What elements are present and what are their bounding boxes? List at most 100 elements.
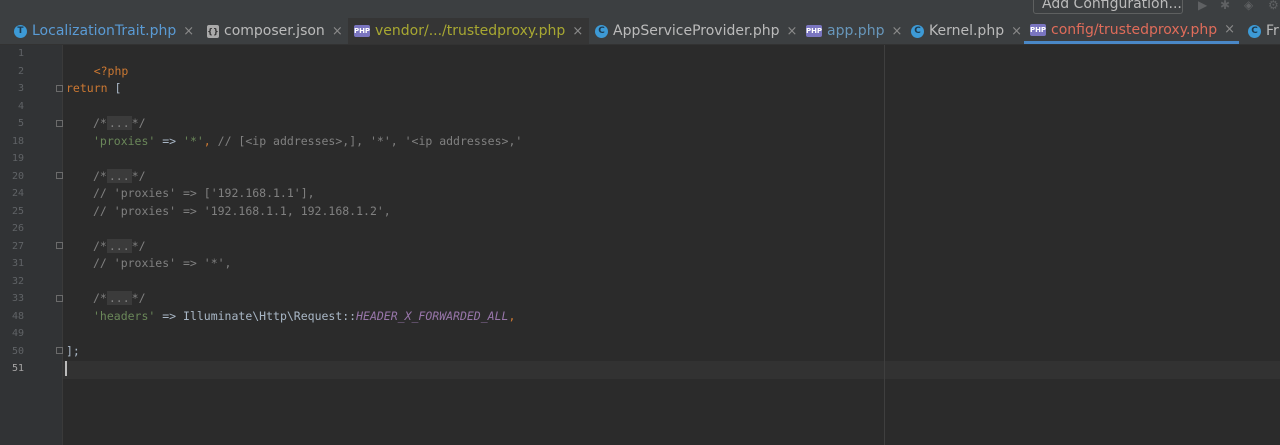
- current-line-highlight: [0, 361, 1280, 379]
- editor-tab-bar: T LocalizationTrait.php × {} composer.js…: [0, 18, 1280, 45]
- code-text: ,: [203, 133, 211, 148]
- debug-icon[interactable]: ✱: [1220, 0, 1230, 12]
- close-icon[interactable]: ×: [1224, 22, 1235, 37]
- fold-marker-icon[interactable]: [56, 85, 63, 92]
- tab-vendor-trustedproxy[interactable]: PHP vendor/.../trustedproxy.php ×: [348, 18, 590, 44]
- close-icon[interactable]: ×: [572, 24, 583, 39]
- tab-label: LocalizationTrait.php: [32, 23, 177, 39]
- code-line: /*... */: [93, 115, 146, 133]
- line-number: 49: [11, 328, 24, 339]
- tab-app-service-provider[interactable]: C AppServiceProvider.php ×: [595, 18, 797, 44]
- json-file-icon: {}: [207, 24, 219, 38]
- close-icon[interactable]: ×: [891, 24, 902, 39]
- php-open-tag: <?php: [93, 63, 129, 78]
- code-line: ];: [66, 343, 80, 361]
- class-icon: C: [595, 24, 608, 38]
- close-icon[interactable]: ×: [1011, 24, 1022, 39]
- code-text: ,: [508, 308, 516, 323]
- tab-kernel[interactable]: C Kernel.php ×: [911, 18, 1022, 44]
- code-line: // 'proxies' => '192.168.1.1, 192.168.1.…: [93, 203, 391, 221]
- line-number: 48: [11, 310, 24, 322]
- line-number: 33: [11, 293, 24, 304]
- folded-region[interactable]: ...: [106, 116, 132, 130]
- profile-icon[interactable]: ⚙: [1268, 0, 1279, 12]
- line-number: 4: [17, 100, 24, 112]
- class-icon: C: [911, 24, 924, 38]
- run-icon[interactable]: ▶: [1198, 0, 1207, 12]
- comment: /*: [93, 168, 107, 183]
- line-number-current: 51: [11, 363, 24, 374]
- code-line: /*... */: [93, 238, 146, 256]
- line-number: 24: [11, 188, 24, 199]
- comment: // 'proxies' => ['192.168.1.1'],: [93, 186, 315, 200]
- code-line: return [: [66, 80, 121, 98]
- comment: */: [131, 291, 146, 305]
- return-keyword: return: [66, 81, 108, 95]
- folded-region[interactable]: ...: [106, 168, 132, 183]
- comment: */: [131, 116, 146, 130]
- right-margin-guide: [884, 45, 885, 445]
- php-file-icon: PHP: [1029, 23, 1047, 36]
- line-number: 1: [17, 48, 24, 59]
- code-text: ];: [66, 343, 80, 358]
- line-number: 18: [11, 135, 24, 147]
- line-number: 19: [11, 153, 24, 164]
- comment: /*: [93, 116, 107, 130]
- tab-app-php[interactable]: PHP app.php ×: [806, 18, 902, 44]
- string: 'proxies': [93, 133, 156, 148]
- tab-truncated[interactable]: C Fr: [1248, 18, 1279, 44]
- trait-icon: T: [14, 24, 27, 38]
- comment: */: [131, 238, 146, 253]
- line-number: 25: [11, 205, 24, 217]
- tab-label: Kernel.php: [929, 23, 1005, 39]
- folded-region[interactable]: ...: [106, 238, 132, 253]
- tab-composer-json[interactable]: {} composer.json ×: [207, 18, 343, 44]
- line-number: 32: [11, 275, 24, 287]
- code-line: /*... */: [93, 290, 146, 308]
- close-icon[interactable]: ×: [332, 24, 343, 39]
- tab-label: app.php: [827, 23, 885, 39]
- line-number: 50: [11, 345, 24, 357]
- code-line: // 'proxies' => '*',: [93, 255, 231, 273]
- comment: */: [131, 168, 146, 183]
- php-file-icon: PHP: [805, 25, 823, 37]
- code-text: [: [107, 81, 122, 95]
- fold-marker-icon[interactable]: [56, 242, 63, 249]
- comment: /*: [93, 291, 107, 305]
- tab-label: config/trustedproxy.php: [1051, 21, 1218, 38]
- line-number: 2: [17, 65, 24, 77]
- comment: // [<ip addresses>,], '*', '<ip addresse…: [210, 133, 523, 148]
- code-line: <?php: [66, 45, 129, 78]
- fold-marker-icon[interactable]: [56, 172, 63, 179]
- tab-label: composer.json: [224, 23, 325, 39]
- tab-label: vendor/.../trustedproxy.php: [375, 23, 566, 39]
- folded-region[interactable]: ...: [106, 291, 132, 305]
- top-toolbar: Add Configuration... ▶ ✱ ◈ ⚙: [0, 0, 1280, 18]
- class-reference: Illuminate\Http\Request::: [183, 308, 357, 323]
- tab-config-trustedproxy[interactable]: PHP config/trustedproxy.php ×: [1024, 18, 1240, 44]
- fold-marker-icon[interactable]: [56, 295, 63, 302]
- tab-localization-trait[interactable]: T LocalizationTrait.php ×: [14, 18, 194, 44]
- line-number: 20: [11, 170, 24, 182]
- close-icon[interactable]: ×: [183, 24, 194, 39]
- line-number: 5: [17, 118, 24, 129]
- fold-marker-icon[interactable]: [56, 347, 63, 354]
- class-icon: C: [1248, 24, 1261, 38]
- coverage-icon[interactable]: ◈: [1244, 0, 1253, 12]
- comment: // 'proxies' => '*',: [93, 256, 232, 270]
- code-line: /*... */: [93, 168, 146, 186]
- line-number: 31: [11, 258, 24, 269]
- code-text: =>: [155, 133, 184, 148]
- comment: /*: [93, 238, 107, 253]
- tab-label: AppServiceProvider.php: [613, 23, 780, 39]
- fold-marker-icon[interactable]: [56, 120, 63, 127]
- code-line: // 'proxies' => ['192.168.1.1'],: [93, 185, 315, 203]
- line-number: 26: [11, 223, 24, 234]
- tab-label: Fr: [1266, 23, 1279, 39]
- text-caret: [65, 361, 67, 376]
- add-configuration-button[interactable]: Add Configuration...: [1033, 0, 1183, 14]
- string: '*': [183, 133, 204, 148]
- close-icon[interactable]: ×: [787, 24, 798, 39]
- line-number: 27: [11, 240, 24, 252]
- php-file-icon: PHP: [353, 25, 371, 37]
